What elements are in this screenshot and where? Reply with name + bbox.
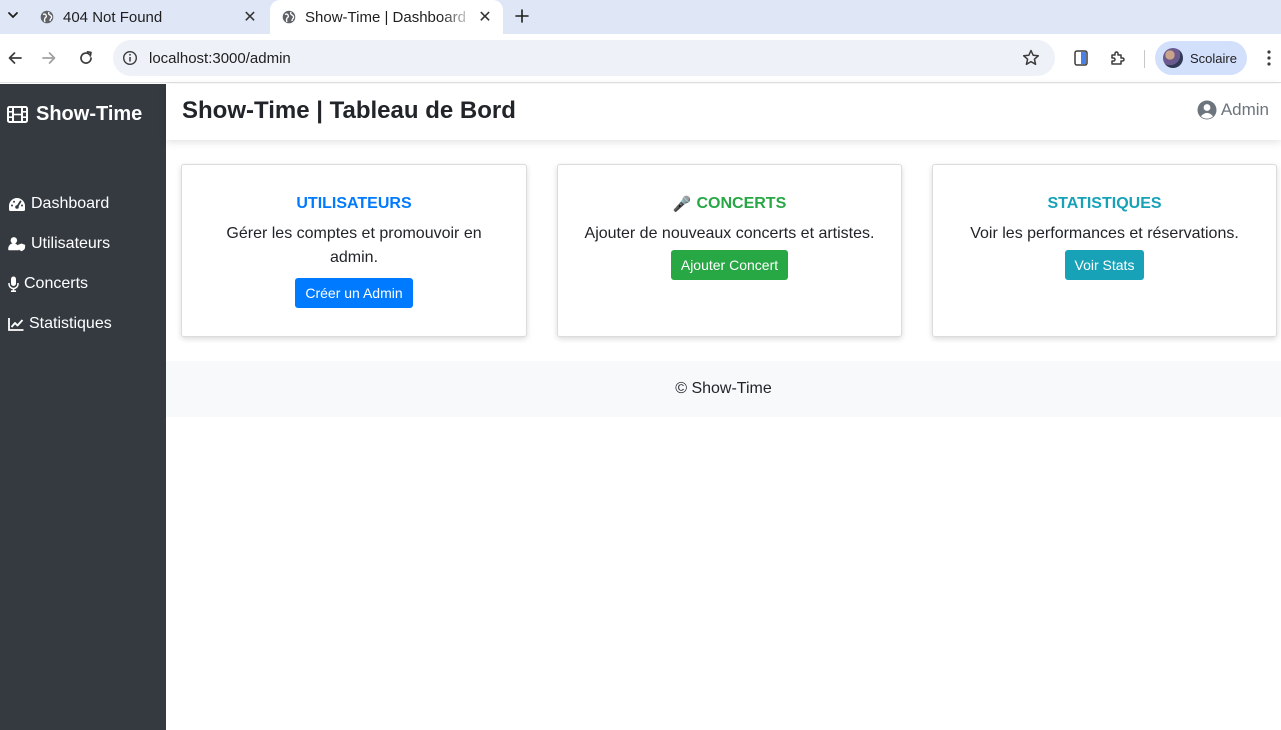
brand[interactable]: Show-Time bbox=[7, 103, 142, 126]
user-label: Admin bbox=[1220, 100, 1269, 119]
globe-icon bbox=[282, 10, 296, 24]
toolbar-separator bbox=[1144, 50, 1145, 68]
globe-icon bbox=[40, 10, 54, 24]
tab-title: 404 Not Found bbox=[63, 8, 163, 26]
url-text[interactable]: localhost:3000/admin bbox=[149, 50, 1021, 67]
forward-arrow-icon[interactable] bbox=[37, 46, 61, 70]
brand-name: Show-Time bbox=[36, 103, 143, 125]
card-title: STATISTIQUES bbox=[1047, 195, 1162, 212]
tab-search-chevron-icon[interactable] bbox=[2, 4, 24, 26]
close-tab-icon[interactable]: ✕ bbox=[475, 7, 495, 27]
address-bar[interactable]: localhost:3000/admin bbox=[113, 40, 1055, 76]
page: Show-Time Dashboard Utilisateurs Concert… bbox=[0, 84, 1281, 730]
topbar: Show-Time | Tableau de Bord Admin bbox=[166, 84, 1281, 140]
create-admin-button[interactable]: Créer un Admin bbox=[295, 278, 413, 308]
user-shield-icon bbox=[8, 236, 26, 252]
view-stats-button[interactable]: Voir Stats bbox=[1064, 250, 1145, 280]
tab-title: Show-Time | Dashboard bbox=[305, 8, 466, 26]
back-arrow-icon[interactable] bbox=[3, 46, 27, 70]
more-menu-icon[interactable] bbox=[1259, 47, 1279, 69]
sidebar-nav: Dashboard Utilisateurs Concerts Statisti… bbox=[0, 194, 166, 344]
sidebar-item-dashboard[interactable]: Dashboard bbox=[0, 184, 166, 224]
card-description: Ajouter de nouveaux concerts et artistes… bbox=[584, 225, 875, 242]
card-title: 🎤 CONCERTS bbox=[672, 195, 787, 213]
microphone-icon bbox=[8, 276, 19, 292]
footer-text: © Show-Time bbox=[675, 380, 772, 397]
avatar bbox=[1163, 48, 1183, 68]
tachometer-icon bbox=[8, 196, 26, 212]
sidebar-item-concerts[interactable]: Concerts bbox=[0, 264, 166, 304]
card-description: Gérer les comptes et promouvoir en admin… bbox=[226, 225, 482, 266]
profile-button[interactable]: Scolaire bbox=[1155, 41, 1247, 75]
card-statistiques: STATISTIQUES Voir les performances et ré… bbox=[932, 164, 1277, 337]
card-utilisateurs: UTILISATEURS Gérer les comptes et promou… bbox=[181, 164, 527, 337]
browser-tab-404[interactable]: 404 Not Found ✕ bbox=[28, 0, 268, 34]
browser-toolbar: localhost:3000/admin Scolaire bbox=[0, 34, 1281, 83]
new-tab-plus-icon[interactable] bbox=[509, 3, 535, 29]
extensions-puzzle-icon[interactable] bbox=[1107, 47, 1129, 69]
microphone-emoji-icon: 🎤 bbox=[672, 196, 692, 213]
film-icon bbox=[7, 106, 28, 123]
sidebar-item-statistiques[interactable]: Statistiques bbox=[0, 304, 166, 344]
close-tab-icon[interactable]: ✕ bbox=[240, 7, 260, 27]
user-circle-icon bbox=[1197, 100, 1217, 120]
sidebar-item-utilisateurs[interactable]: Utilisateurs bbox=[0, 224, 166, 264]
page-title: Show-Time | Tableau de Bord bbox=[182, 97, 516, 124]
card-description: Voir les performances et réservations. bbox=[970, 225, 1239, 242]
footer: © Show-Time bbox=[166, 361, 1281, 417]
card-title: UTILISATEURS bbox=[296, 195, 412, 212]
profile-name: Scolaire bbox=[1190, 50, 1237, 66]
browser-tab-dashboard[interactable]: Show-Time | Dashboard ✕ bbox=[270, 0, 503, 34]
site-info-icon[interactable] bbox=[122, 50, 138, 66]
chart-line-icon bbox=[8, 316, 24, 332]
reload-icon[interactable] bbox=[74, 46, 98, 70]
browser-tabstrip: 404 Not Found ✕ Show-Time | Dashboard ✕ bbox=[0, 0, 1281, 34]
card-concerts: 🎤 CONCERTS Ajouter de nouveaux concerts … bbox=[557, 164, 902, 337]
add-concert-button[interactable]: Ajouter Concert bbox=[670, 250, 789, 280]
sidebar-item-label: Statistiques bbox=[29, 315, 112, 332]
sidebar-item-label: Dashboard bbox=[31, 195, 110, 212]
sidebar-item-label: Utilisateurs bbox=[31, 235, 111, 252]
user-menu[interactable]: Admin bbox=[1197, 100, 1269, 120]
sidebar: Show-Time Dashboard Utilisateurs Concert… bbox=[0, 84, 166, 730]
main-content: Show-Time | Tableau de Bord Admin UTILIS… bbox=[166, 84, 1281, 730]
sidebar-item-label: Concerts bbox=[24, 275, 89, 292]
side-panel-icon[interactable] bbox=[1070, 47, 1092, 69]
bookmark-star-icon[interactable] bbox=[1021, 48, 1041, 68]
